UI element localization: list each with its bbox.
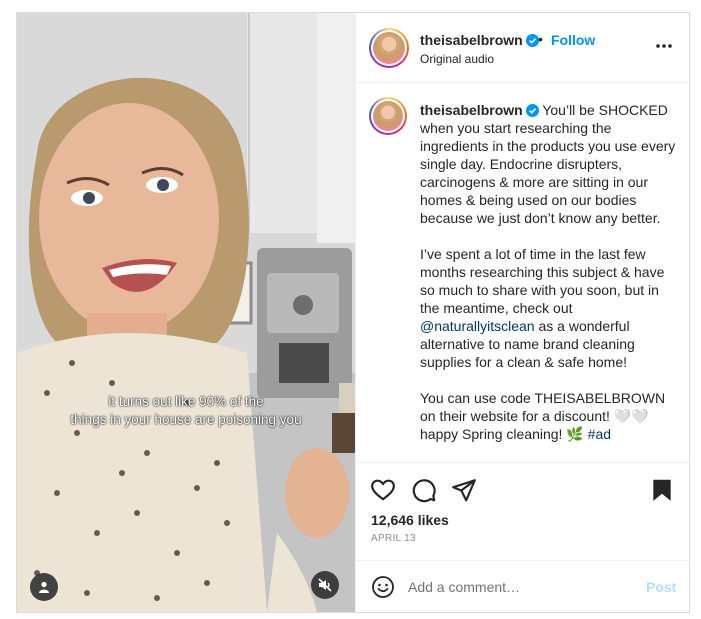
instagram-post: coffee xyxy=(16,12,690,613)
verified-badge-icon xyxy=(525,104,539,117)
video-frame-illustration: coffee xyxy=(17,13,355,612)
bookmark-icon[interactable] xyxy=(649,477,675,503)
caption-username[interactable]: theisabelbrown xyxy=(420,102,539,118)
caption-author-avatar[interactable] xyxy=(369,97,407,135)
more-options-icon[interactable] xyxy=(654,36,674,56)
author-username[interactable]: theisabelbrown xyxy=(420,32,539,48)
author-avatar[interactable] xyxy=(369,28,409,68)
caption-text-2a: I’ve spent a lot of time in the last few… xyxy=(420,246,665,316)
emoji-icon[interactable] xyxy=(371,575,395,599)
mention-link[interactable]: @naturallyitsclean xyxy=(420,318,535,334)
comment-input[interactable] xyxy=(408,575,628,599)
hashtag-link[interactable]: #ad xyxy=(588,426,611,442)
post-caption: theisabelbrown You’ll be SHOCKED when yo… xyxy=(420,101,682,461)
comment-bubble-icon[interactable] xyxy=(411,477,437,503)
caption-text-3: You can use code THEISABELBROWN on their… xyxy=(420,390,666,442)
paper-plane-icon[interactable] xyxy=(451,477,477,503)
speaker-muted-icon xyxy=(318,578,332,592)
original-audio-link[interactable]: Original audio xyxy=(420,52,494,66)
likes-count[interactable]: 12,646 likes xyxy=(371,512,449,528)
post-sidebar: theisabelbrown • Follow Original audio t… xyxy=(355,13,690,612)
caption-paragraph-3: You can use code THEISABELBROWN on their… xyxy=(420,389,682,443)
add-comment-bar: Post xyxy=(356,560,690,612)
video-caption-line-1: it turns out like 90% of the xyxy=(108,394,264,409)
verified-badge-icon xyxy=(525,34,539,47)
caption-paragraph-2: I’ve spent a lot of time in the last few… xyxy=(420,245,682,371)
tagged-users-button[interactable] xyxy=(30,573,58,601)
caption-paragraph-1: theisabelbrown You’ll be SHOCKED when yo… xyxy=(420,101,682,227)
post-header: theisabelbrown • Follow Original audio xyxy=(356,13,690,83)
post-actions: 12,646 likes APRIL 13 xyxy=(356,462,690,560)
header-separator: • xyxy=(538,31,543,47)
caption-text-1: You’ll be SHOCKED when you start researc… xyxy=(420,102,676,226)
post-date[interactable]: APRIL 13 xyxy=(371,533,416,544)
mute-toggle-button[interactable] xyxy=(311,571,339,599)
user-tag-icon xyxy=(39,581,49,593)
heart-icon[interactable] xyxy=(370,477,396,503)
follow-button[interactable]: Follow xyxy=(551,32,595,48)
post-comment-button[interactable]: Post xyxy=(646,579,676,595)
caption-section: theisabelbrown You’ll be SHOCKED when yo… xyxy=(356,84,690,461)
video-caption-line-2: things in your house are poisoning you xyxy=(70,412,302,427)
post-video[interactable]: coffee xyxy=(17,13,355,612)
